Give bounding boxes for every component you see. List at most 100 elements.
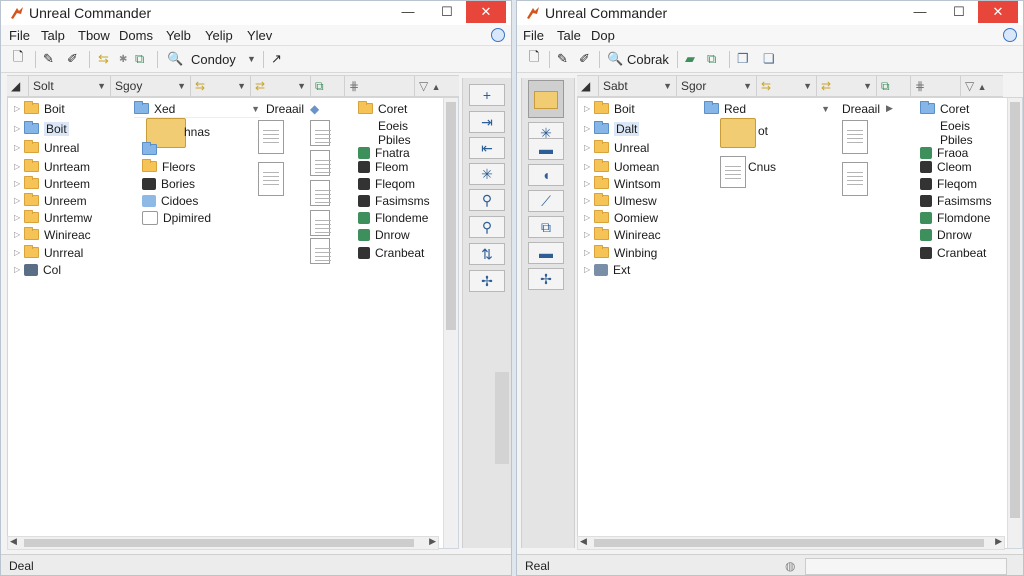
- list-item[interactable]: Flomdone: [920, 209, 990, 226]
- copy-icon[interactable]: ❐: [737, 50, 749, 68]
- folder-open-button[interactable]: ▬: [528, 242, 564, 264]
- menu-tbow[interactable]: Tbow: [78, 28, 110, 43]
- document-icon[interactable]: [842, 120, 868, 154]
- tree-item[interactable]: ▷ Unreal: [14, 139, 79, 156]
- vertical-scrollbar[interactable]: [443, 98, 458, 548]
- swap-button[interactable]: ⇅: [469, 243, 505, 265]
- list-item[interactable]: Bories: [142, 175, 195, 192]
- tree-icon[interactable]: ⧉: [135, 50, 144, 68]
- expand-arrow-icon[interactable]: ▷: [584, 196, 594, 205]
- header-filter-yellow[interactable]: ⇆ ▼: [191, 76, 251, 96]
- lookup-button[interactable]: ⚲: [469, 216, 505, 238]
- menu-file[interactable]: File: [523, 28, 544, 43]
- expand-arrow-icon[interactable]: ▷: [14, 162, 24, 171]
- list-item[interactable]: Coret: [358, 100, 407, 117]
- document-icon[interactable]: [842, 162, 868, 196]
- minimize-button[interactable]: —: [388, 1, 428, 23]
- tree-item[interactable]: ▷ Winireac: [14, 226, 91, 243]
- header-size[interactable]: Sgor ▼: [677, 76, 757, 96]
- scroll-thumb[interactable]: [594, 539, 984, 547]
- header-filter-green[interactable]: ⧉: [311, 76, 345, 96]
- scroll-thumb[interactable]: [446, 102, 456, 330]
- tree-item[interactable]: ▷ Boit: [14, 120, 69, 137]
- list-item[interactable]: Cranbeat: [358, 244, 424, 261]
- move-icon[interactable]: ⇆: [98, 50, 109, 68]
- header-grid[interactable]: ⋕: [911, 76, 961, 96]
- plus-button[interactable]: +: [469, 84, 505, 106]
- col3-header[interactable]: Dreaail ◆: [266, 100, 319, 117]
- small-folder-icon[interactable]: [142, 141, 162, 158]
- doc-button[interactable]: ◖: [528, 164, 564, 186]
- new-file-icon[interactable]: 🗋: [13, 49, 23, 68]
- header-size[interactable]: Sgoy ▼: [111, 76, 191, 96]
- toolbar-dropdown[interactable]: Cobrak: [627, 50, 669, 68]
- expand-arrow-icon[interactable]: ▷: [14, 124, 24, 133]
- left-file-panel[interactable]: ▷ Boit ▷ Boit ▷ Unreal ▷ Unrteam ▷ Unrteem ▷ U…: [7, 97, 459, 549]
- menu-yelb[interactable]: Yelb: [166, 28, 191, 43]
- left-titlebar[interactable]: Unreal Commander — ☐ ✕: [1, 1, 511, 25]
- move-left-button[interactable]: ⇤: [469, 137, 505, 159]
- document-icon[interactable]: [310, 180, 331, 206]
- document-icon[interactable]: [310, 238, 331, 264]
- menu-doms[interactable]: Doms: [119, 28, 153, 43]
- tree-icon[interactable]: ⧉: [707, 50, 716, 68]
- horizontal-scrollbar[interactable]: ◀ ▶: [7, 536, 439, 550]
- right-file-panel[interactable]: ▷ Boit ▷ Dalt ▷ Unreal ▷ Uomean ▷ Wintsom ▷ Ul…: [577, 97, 1023, 549]
- header-filter-sync[interactable]: ⇄ ▼: [817, 76, 877, 96]
- list-item[interactable]: Fleqom: [920, 175, 977, 192]
- expand-arrow-icon[interactable]: ▷: [584, 124, 594, 133]
- sync-button[interactable]: ✢: [528, 268, 564, 290]
- expand-arrow-icon[interactable]: ▷: [14, 196, 24, 205]
- tree-item[interactable]: ▷ Unrteam: [14, 158, 90, 175]
- tree-item[interactable]: ▷ Unreem: [14, 192, 87, 209]
- scroll-left-icon[interactable]: ◀: [580, 536, 587, 547]
- close-button[interactable]: ✕: [978, 1, 1018, 23]
- edit-icon[interactable]: ✎: [43, 50, 54, 68]
- list-item[interactable]: Flondeme: [358, 209, 428, 226]
- expand-arrow-icon[interactable]: ▷: [14, 104, 24, 113]
- tree-item[interactable]: ▷ Unreal: [584, 139, 649, 156]
- pencil-icon[interactable]: ✐: [67, 50, 78, 68]
- tree-item[interactable]: ▷ Boit: [14, 100, 65, 117]
- expand-arrow-icon[interactable]: ▷: [14, 143, 24, 152]
- expand-arrow-icon[interactable]: ▷: [14, 230, 24, 239]
- list-item[interactable]: Dnrow: [358, 226, 410, 243]
- tree-item[interactable]: ▷ Unrreal: [14, 244, 83, 261]
- menu-ylev[interactable]: Ylev: [247, 28, 272, 43]
- header-filter[interactable]: ▽ ▲: [961, 76, 1003, 96]
- pencil-icon[interactable]: ✐: [579, 50, 590, 68]
- document-icon[interactable]: [258, 162, 284, 196]
- maximize-button[interactable]: ☐: [427, 1, 467, 23]
- list-item[interactable]: Cleom: [920, 158, 972, 175]
- search-icon[interactable]: 🔍: [167, 50, 183, 68]
- list-item[interactable]: Cidoes: [142, 192, 198, 209]
- tree-item[interactable]: ▷ Oomiew: [584, 209, 658, 226]
- menu-tale[interactable]: Tale: [557, 28, 581, 43]
- tree-item[interactable]: ▷ Ulmesw: [584, 192, 657, 209]
- move-right-button[interactable]: ⇥: [469, 111, 505, 133]
- col3-header[interactable]: Dreaail ▶: [842, 100, 893, 117]
- drive-button[interactable]: [528, 80, 564, 118]
- menu-yelip[interactable]: Yelip: [205, 28, 233, 43]
- toolbar-dropdown[interactable]: Condoy: [191, 50, 236, 68]
- list-item[interactable]: Cranbeat: [920, 244, 986, 261]
- vertical-scrollbar[interactable]: [1007, 98, 1022, 548]
- tree-item[interactable]: ▷ Dalt: [584, 120, 640, 137]
- tree-item[interactable]: ▷ Winireac: [584, 226, 661, 243]
- list-item[interactable]: Coret: [920, 100, 969, 117]
- large-folder-icon[interactable]: [720, 118, 756, 148]
- strip-scroll-thumb[interactable]: [495, 372, 509, 464]
- tree-item[interactable]: ▷ Unrtemw: [14, 209, 92, 226]
- star-icon[interactable]: ✱: [119, 50, 127, 68]
- scroll-right-icon[interactable]: ▶: [995, 536, 1002, 547]
- expand-arrow-icon[interactable]: ▷: [14, 265, 24, 274]
- expand-arrow-icon[interactable]: ▷: [584, 230, 594, 239]
- expand-arrow-icon[interactable]: ▷: [14, 179, 24, 188]
- chevron-down-icon[interactable]: ▼: [247, 50, 256, 68]
- document-icon[interactable]: [720, 156, 746, 188]
- list-item[interactable]: Dpimired: [142, 209, 211, 226]
- tree-item[interactable]: ▷ Uomean: [584, 158, 659, 175]
- help-icon[interactable]: [1003, 28, 1017, 42]
- search-icon[interactable]: 🔍: [607, 50, 623, 68]
- scroll-right-icon[interactable]: ▶: [429, 536, 436, 547]
